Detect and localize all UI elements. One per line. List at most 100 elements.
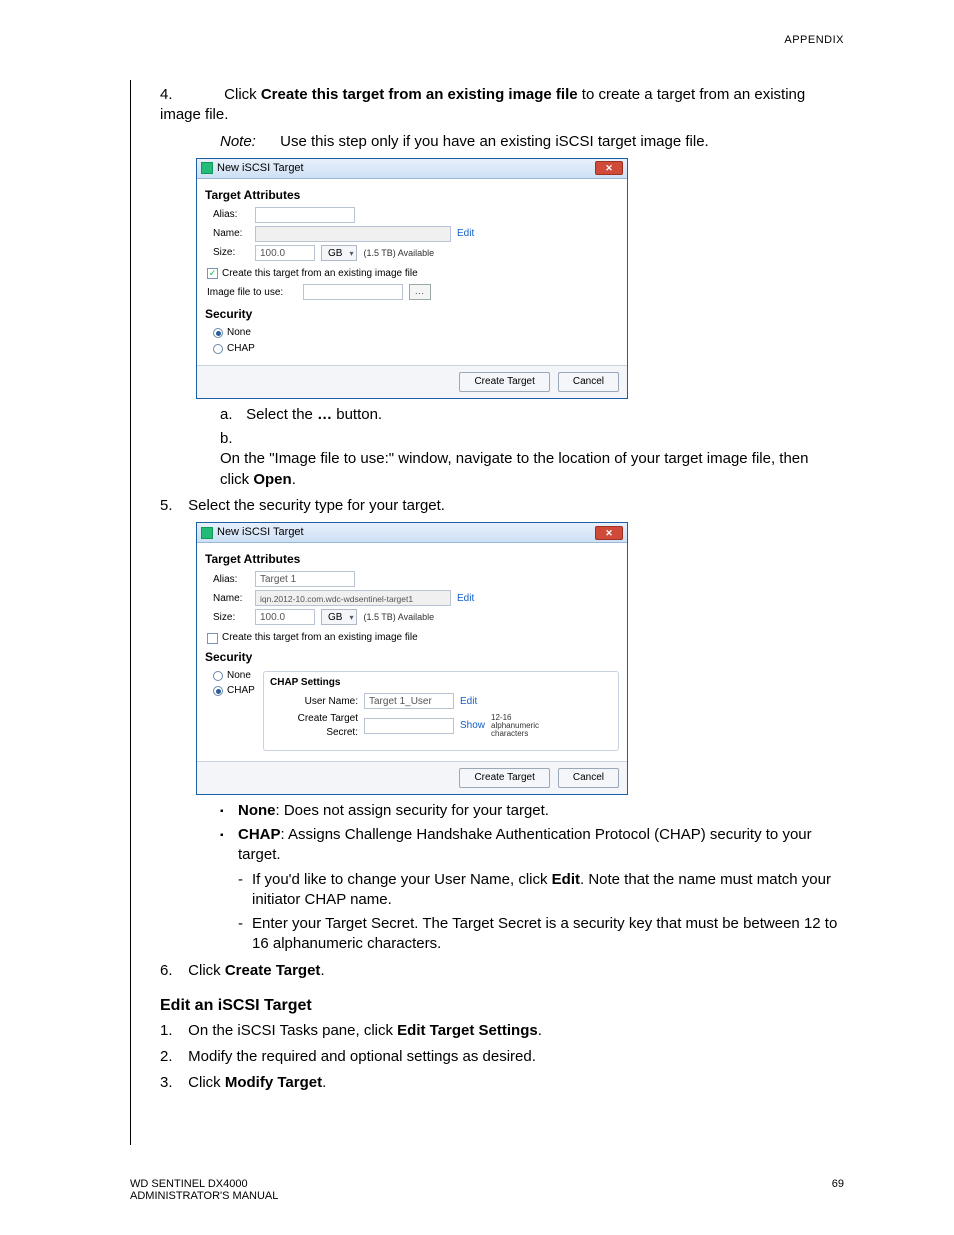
step-num: 5. (160, 496, 184, 516)
close-icon[interactable]: ✕ (595, 526, 623, 540)
text-bold: Open (253, 471, 291, 488)
cancel-button[interactable]: Cancel (558, 372, 619, 392)
size-available: (1.5 TB) Available (363, 611, 434, 623)
text-bold: CHAP (238, 826, 281, 843)
dialog-title-bar: New iSCSI Target ✕ (197, 523, 627, 543)
radio-none[interactable]: None (213, 669, 261, 683)
text-bold: … (317, 406, 332, 423)
text-bold: Create Target (225, 962, 321, 979)
note-label: Note: (220, 132, 276, 152)
text-bold: Create this target from an existing imag… (261, 86, 578, 103)
section-title: Target Attributes (205, 551, 619, 567)
edit-step-2: 2. Modify the required and optional sett… (160, 1047, 844, 1067)
text-bold: None (238, 802, 276, 819)
dialog-title-bar: New iSCSI Target ✕ (197, 159, 627, 179)
chap-settings-title: CHAP Settings (270, 676, 612, 690)
step-num: 1. (160, 1021, 184, 1041)
close-icon[interactable]: ✕ (595, 161, 623, 175)
browse-button[interactable]: ... (409, 284, 431, 300)
size-unit-select[interactable]: GB (321, 609, 357, 625)
size-input[interactable]: 100.0 (255, 609, 315, 625)
heading-edit-iscsi: Edit an iSCSI Target (160, 995, 844, 1017)
checkbox-label: Create this target from an existing imag… (222, 267, 418, 281)
image-file-label: Image file to use: (207, 286, 297, 300)
radio-icon[interactable] (213, 344, 223, 354)
bullet-chap: CHAP: Assigns Challenge Handshake Authen… (220, 825, 844, 866)
text: : Assigns Challenge Handshake Authentica… (238, 826, 812, 863)
page-footer: WD SENTINEL DX4000 ADMINISTRATOR'S MANUA… (130, 1178, 844, 1202)
alias-label: Alias: (213, 573, 249, 587)
edit-link[interactable]: Edit (457, 592, 474, 606)
bullet-none: None: Does not assign security for your … (220, 801, 844, 821)
radio-none[interactable]: None (213, 326, 619, 340)
step-num: 4. (160, 85, 184, 105)
radio-label: CHAP (227, 342, 255, 356)
dialog-title: New iSCSI Target (217, 525, 304, 540)
text: If you'd like to change your User Name, … (252, 871, 552, 888)
radio-icon[interactable] (213, 686, 223, 696)
text: Modify the required and optional setting… (188, 1048, 536, 1065)
dialog-footer: Create Target Cancel (197, 761, 627, 794)
dialog-new-iscsi-target-2: New iSCSI Target ✕ Target Attributes Ali… (196, 522, 628, 795)
size-available: (1.5 TB) Available (363, 247, 434, 259)
text: On the iSCSI Tasks pane, click (188, 1022, 397, 1039)
name-label: Name: (213, 592, 249, 606)
app-icon (201, 527, 213, 539)
step-num: 6. (160, 961, 184, 981)
step-5: 5. Select the security type for your tar… (160, 496, 844, 955)
section-title: Target Attributes (205, 187, 619, 203)
body-content: 4. Click Create this target from an exis… (160, 85, 844, 1093)
text: button. (332, 406, 382, 423)
edit-link[interactable]: Edit (460, 695, 477, 709)
create-from-image-checkbox-row[interactable]: ✓ Create this target from an existing im… (207, 267, 619, 281)
alias-label: Alias: (213, 208, 249, 222)
step-4: 4. Click Create this target from an exis… (160, 85, 844, 490)
name-label: Name: (213, 227, 249, 241)
target-secret-input[interactable] (364, 718, 454, 734)
edit-link[interactable]: Edit (457, 227, 474, 241)
image-file-input[interactable] (303, 284, 403, 300)
radio-label: CHAP (227, 684, 255, 698)
checkbox-icon[interactable]: ✓ (207, 268, 218, 279)
create-target-button[interactable]: Create Target (459, 372, 549, 392)
text-bold: Modify Target (225, 1074, 322, 1091)
size-unit-select[interactable]: GB (321, 245, 357, 261)
page-number: 69 (832, 1178, 844, 1202)
checkbox-icon[interactable] (207, 633, 218, 644)
alias-input[interactable] (255, 207, 355, 223)
size-input[interactable]: 100.0 (255, 245, 315, 261)
create-from-image-checkbox-row[interactable]: Create this target from an existing imag… (207, 631, 619, 645)
user-name-label: User Name: (270, 695, 358, 709)
radio-chap[interactable]: CHAP (213, 342, 619, 356)
note-text: Use this step only if you have an existi… (280, 133, 709, 150)
show-link[interactable]: Show (460, 719, 485, 733)
text: On the "Image file to use:" window, navi… (220, 450, 809, 487)
radio-icon[interactable] (213, 671, 223, 681)
step-num: 3. (160, 1073, 184, 1093)
radio-icon[interactable] (213, 328, 223, 338)
text-bold: Edit Target Settings (397, 1022, 538, 1039)
size-label: Size: (213, 611, 249, 625)
dialog-new-iscsi-target-1: New iSCSI Target ✕ Target Attributes Ali… (196, 158, 628, 399)
dash-change-username: If you'd like to change your User Name, … (238, 870, 844, 911)
create-target-button[interactable]: Create Target (459, 768, 549, 788)
dialog-footer: Create Target Cancel (197, 365, 627, 398)
sub-num: a. (220, 405, 242, 425)
text: . (320, 962, 324, 979)
text: : Does not assign security for your targ… (276, 802, 549, 819)
text: Click (188, 962, 225, 979)
alias-input[interactable]: Target 1 (255, 571, 355, 587)
checkbox-label: Create this target from an existing imag… (222, 631, 418, 645)
note: Note: Use this step only if you have an … (220, 132, 844, 152)
step-num: 2. (160, 1047, 184, 1067)
radio-chap[interactable]: CHAP (213, 684, 261, 698)
text: Select the security type for your target… (188, 497, 445, 514)
user-name-input[interactable]: Target 1_User (364, 693, 454, 709)
radio-label: None (227, 326, 251, 340)
text: Click (224, 86, 261, 103)
cancel-button[interactable]: Cancel (558, 768, 619, 788)
text: . (322, 1074, 326, 1091)
text: . (292, 471, 296, 488)
edit-step-3: 3. Click Modify Target. (160, 1073, 844, 1093)
text: Click (188, 1074, 225, 1091)
